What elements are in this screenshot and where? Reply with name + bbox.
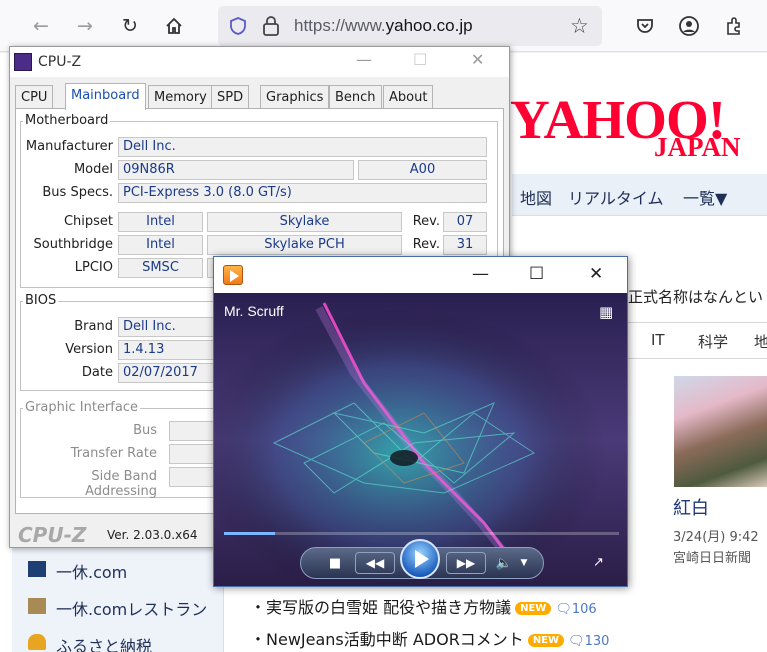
cpuz-footer-logo: CPU-Z [18,523,87,547]
extensions-icon[interactable] [721,13,747,39]
cpuz-app-icon [14,53,32,71]
category-bar: IT 科学 地 [628,322,767,359]
account-icon[interactable] [676,13,702,39]
tab-cpu[interactable]: CPU [15,85,54,109]
next-icon[interactable]: ▶▶ [446,552,486,574]
photo-source: 宮崎日日新聞 [673,551,752,566]
home-icon[interactable] [161,13,187,39]
media-player-icon [223,265,243,285]
yahoo-nav-bar: 地図 リアルタイム 一覧▼ [512,174,767,216]
southbridge-name: Skylake PCH [207,235,402,255]
gi-sideband-label: Side Band Addressing [85,469,157,499]
maximize-button: ☐ [413,50,428,69]
star-icon[interactable]: ☆ [570,14,589,38]
seek-bar[interactable] [224,532,619,535]
cpuz-title: CPU-Z [38,54,82,70]
topic-headline[interactable]: 正式名称はなんとい [628,286,763,307]
close-button[interactable]: ✕ [471,50,484,69]
media-player-window: — ☐ ✕ Mr. Scruff ▦ ■ ◀◀ ▶▶ 🔈 ▼ ↗ [213,256,628,587]
comment-count: 🗨130 [568,634,610,649]
model-value: 09N86R [118,160,354,180]
bus-specs-value: PCI-Express 3.0 (8.0 GT/s) [118,183,487,203]
url-text[interactable]: https://www.yahoo.co.jp [294,16,473,36]
bios-date-label: Date [81,365,113,380]
chipset-vendor: Intel [118,212,203,232]
tab-graphics[interactable]: Graphics [260,85,330,109]
tab-memory[interactable]: Memory [148,85,213,109]
maximize-button[interactable]: ☐ [529,264,544,284]
new-badge: NEW [515,602,552,615]
minimize-button[interactable]: — [356,50,372,69]
photo-date: 3/24(月) 9:42 [673,530,759,545]
minimize-button[interactable]: — [472,264,489,284]
comment-count: 🗨106 [555,602,597,617]
ikyu-icon [28,561,46,577]
chipset-label: Chipset [63,214,113,229]
nav-realtime[interactable]: リアルタイム [568,185,664,209]
cpuz-version: Ver. 2.03.0.x64 [107,528,198,542]
yahoo-logo-japan[interactable]: JAPAN [654,132,740,163]
tab-about[interactable]: About [383,85,434,109]
reload-icon[interactable]: ↻ [117,13,143,39]
lock-icon[interactable] [262,15,280,41]
manufacturer-label: Manufacturer [25,139,113,154]
chipset-name: Skylake [207,212,402,232]
service-ikyu-restaurant[interactable]: 一休.comレストラン [56,596,207,620]
browser-toolbar: ← → ↻ https://www.yahoo.co.jp ☆ [0,0,767,52]
category-local[interactable]: 地 [754,331,767,352]
news-photo[interactable] [674,376,767,487]
shield-icon[interactable] [228,16,248,40]
southbridge-rev: 31 [443,235,487,255]
bios-group-label: BIOS [23,293,59,308]
nav-map[interactable]: 地図 [520,185,552,209]
southbridge-label: Southbridge [33,237,114,252]
bus-specs-label: Bus Specs. [42,185,113,200]
play-button[interactable] [400,539,440,579]
seek-progress [224,532,276,535]
volume-icon[interactable]: 🔈 [493,552,515,574]
model-revision: A00 [358,160,487,180]
bios-version-label: Version [65,342,113,357]
url-bar[interactable]: https://www.yahoo.co.jp ☆ [218,6,602,46]
pocket-icon[interactable] [632,13,658,39]
switch-to-library-icon[interactable]: ▦ [599,303,613,321]
news-item[interactable]: ・NewJeans活動中断 ADORコメント NEW 🗨130 [250,626,609,650]
model-label: Model [73,162,113,177]
forward-icon[interactable]: → [72,13,98,39]
gi-transfer-label: Transfer Rate [70,446,157,461]
service-furusato[interactable]: ふるさと納税 [56,633,152,652]
chipset-rev: 07 [443,212,487,232]
cpuz-titlebar[interactable]: CPU-Z — ☐ ✕ [10,47,509,77]
manufacturer-value: Dell Inc. [118,137,487,157]
motherboard-group-label: Motherboard [23,113,111,128]
back-icon[interactable]: ← [28,13,54,39]
player-titlebar[interactable]: — ☐ ✕ [214,257,627,293]
stop-icon[interactable]: ■ [325,552,345,574]
new-badge: NEW [527,634,565,647]
ikyu-restaurant-icon [28,598,46,614]
tab-bench[interactable]: Bench [329,85,382,109]
nav-list[interactable]: 一覧▼ [683,185,727,209]
artist-name: Mr. Scruff [224,303,284,319]
bios-brand-label: Brand [74,319,113,334]
category-science[interactable]: 科学 [698,331,728,352]
compact-mode-icon[interactable]: ↗ [593,555,604,570]
category-it[interactable]: IT [651,331,665,349]
furusato-icon [28,634,46,650]
graphic-interface-label: Graphic Interface [23,400,140,415]
gi-bus-label: Bus [133,423,157,438]
photo-title[interactable]: 紅白 [673,494,709,520]
lpcio-vendor: SMSC [118,258,203,278]
news-item[interactable]: ・実写版の白雪姫 配役や描き方物議 NEW 🗨106 [250,594,597,618]
volume-dropdown-icon[interactable]: ▼ [517,552,531,574]
southbridge-rev-label: Rev. [412,237,440,252]
tab-spd[interactable]: SPD [211,85,250,109]
previous-icon[interactable]: ◀◀ [355,552,395,574]
lpcio-label: LPCIO [74,260,113,275]
tab-mainboard[interactable]: Mainboard [65,83,146,110]
southbridge-vendor: Intel [118,235,203,255]
chipset-rev-label: Rev. [412,214,440,229]
service-ikyu[interactable]: 一休.com [56,559,127,583]
close-button[interactable]: ✕ [589,264,603,284]
